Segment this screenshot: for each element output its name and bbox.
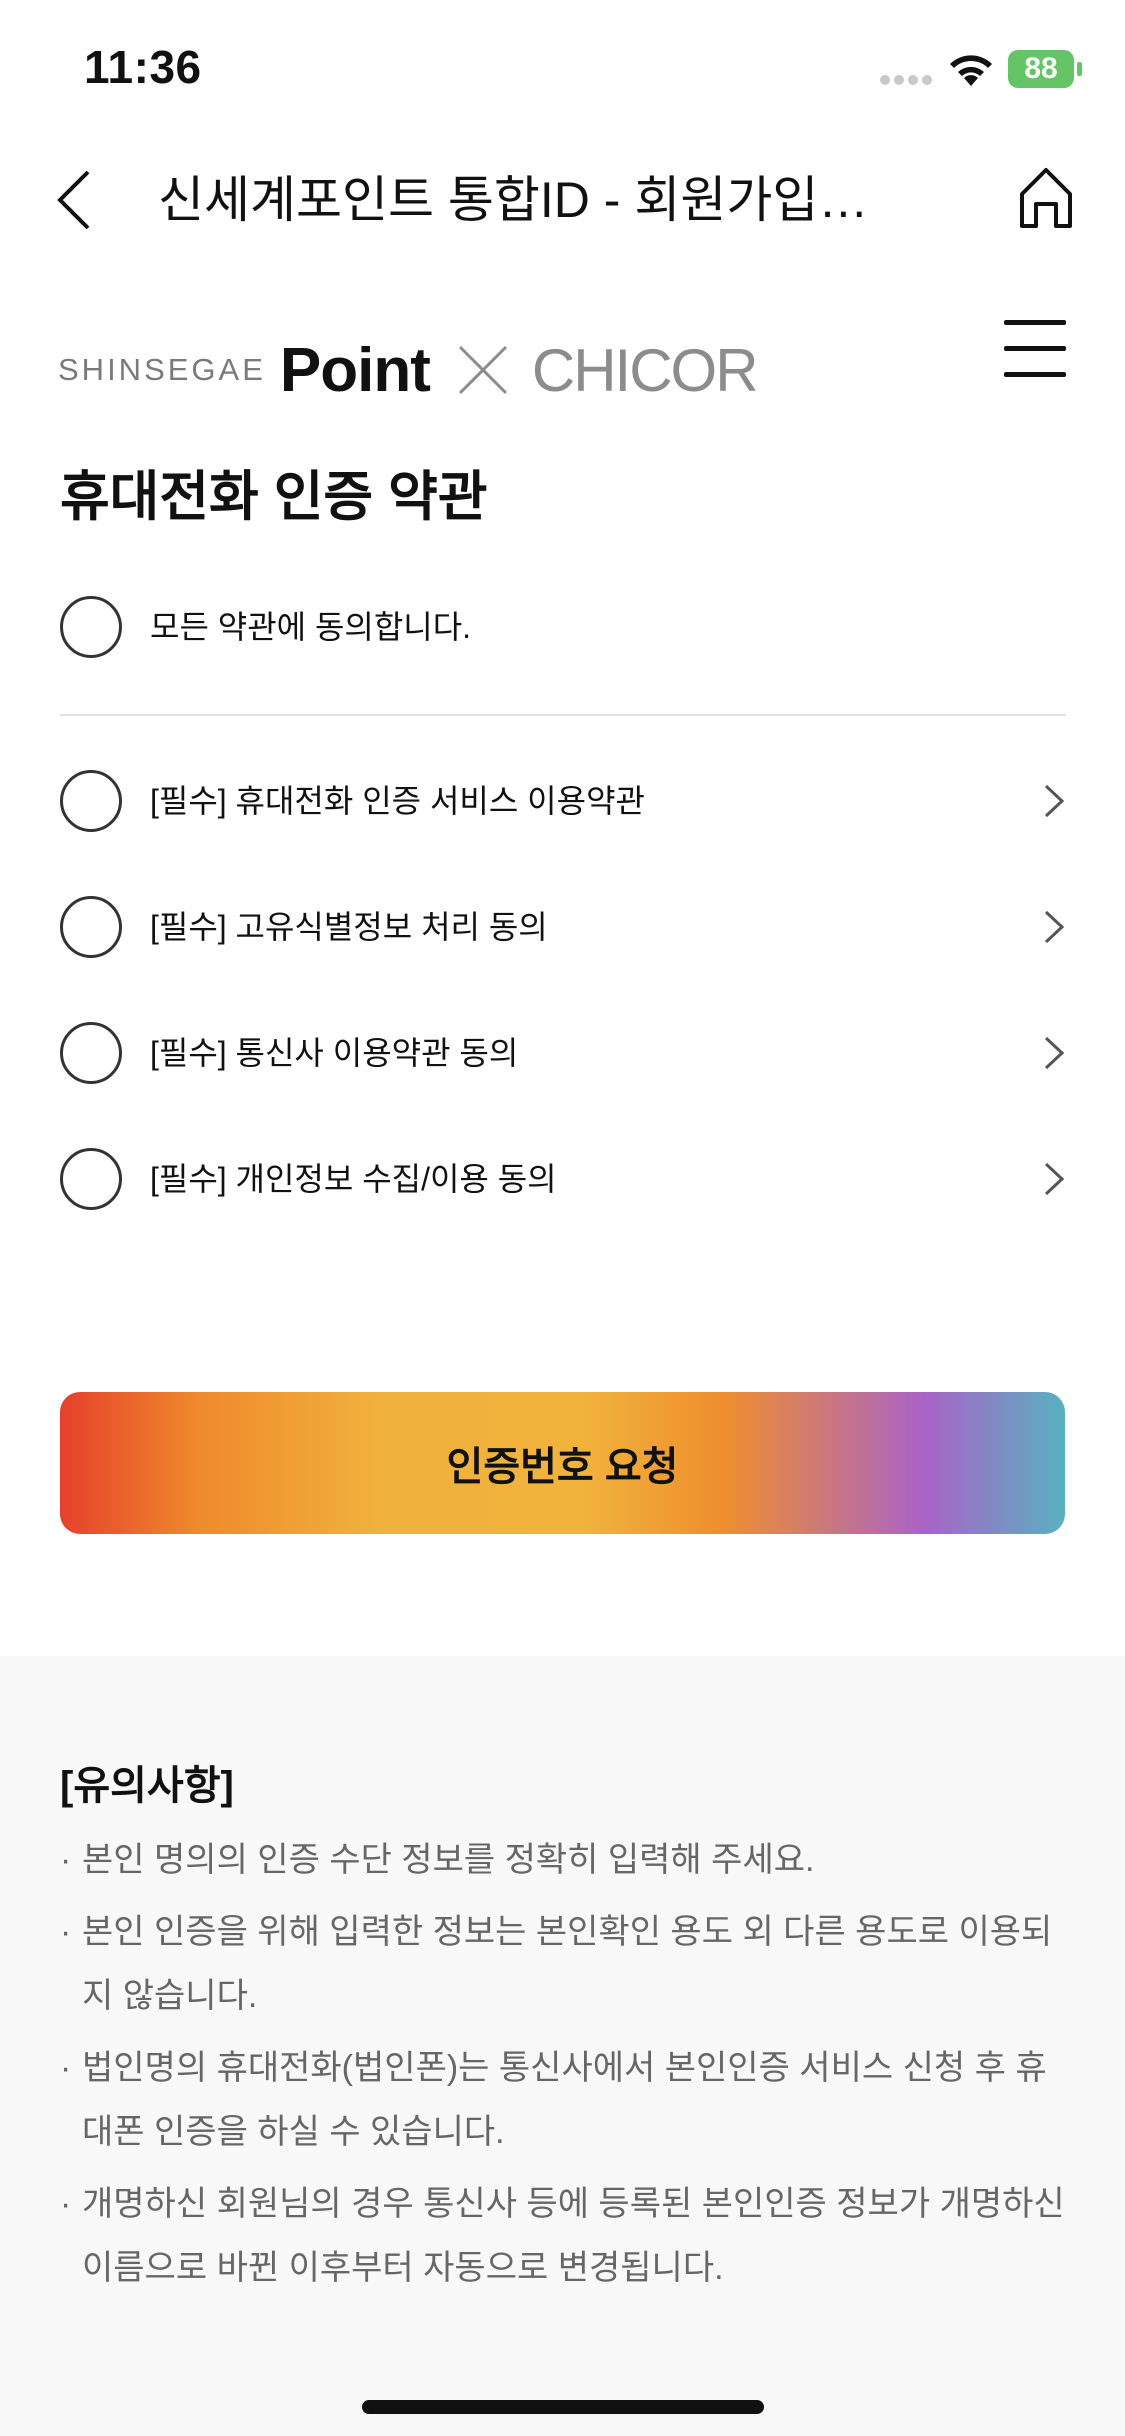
point-wordmark: Point — [279, 335, 431, 405]
term-checkbox[interactable] — [60, 896, 122, 958]
term-label: [필수] 휴대전화 인증 서비스 이용약관 — [150, 783, 645, 819]
hamburger-menu-icon[interactable] — [1004, 318, 1066, 378]
term-row-privacy[interactable]: [필수] 개인정보 수집/이용 동의 — [60, 1144, 1066, 1214]
home-icon[interactable] — [1016, 164, 1076, 230]
agree-all-label: 모든 약관에 동의합니다. — [150, 609, 472, 645]
term-row-carrier[interactable]: [필수] 통신사 이용약관 동의 — [60, 1018, 1066, 1088]
chevron-right-icon[interactable] — [1042, 1161, 1066, 1197]
term-row-phone-auth[interactable]: [필수] 휴대전화 인증 서비스 이용약관 — [60, 766, 1066, 836]
brand-logo: SHINSEGAE Point CHICOR — [58, 330, 759, 410]
section-title: 휴대전화 인증 약관 — [60, 467, 488, 527]
shinsegae-wordmark: SHINSEGAE — [58, 352, 266, 387]
term-checkbox[interactable] — [60, 1022, 122, 1084]
chevron-right-icon[interactable] — [1042, 783, 1066, 819]
term-checkbox[interactable] — [60, 770, 122, 832]
cellular-signal-icon — [880, 72, 936, 90]
chicor-wordmark: CHICOR — [531, 336, 759, 404]
term-row-unique-id[interactable]: [필수] 고유식별정보 처리 동의 — [60, 892, 1066, 962]
notice-item: 본인 명의의 인증 수단 정보를 정확히 입력해 주세요. — [60, 1828, 1070, 1892]
back-arrow-icon[interactable] — [52, 168, 102, 232]
divider — [60, 714, 1066, 716]
chevron-right-icon[interactable] — [1042, 1035, 1066, 1071]
notice-item: 법인명의 휴대전화(법인폰)는 통신사에서 본인인증 서비스 신청 후 휴대폰 … — [60, 2036, 1070, 2164]
term-label: [필수] 통신사 이용약관 동의 — [150, 1035, 519, 1071]
notice-item: 본인 인증을 위해 입력한 정보는 본인확인 용도 외 다른 용도로 이용되지 … — [60, 1900, 1070, 2028]
status-time: 11:36 — [84, 41, 202, 93]
notice-list: 본인 명의의 인증 수단 정보를 정확히 입력해 주세요. 본인 인증을 위해 … — [60, 1828, 1070, 2308]
notice-title: [유의사항] — [60, 1764, 234, 1808]
top-navigation: 신세계포인트 통합ID - 회원가입… — [0, 150, 1125, 250]
page-title: 신세계포인트 통합ID - 회원가입… — [158, 172, 869, 228]
chevron-right-icon[interactable] — [1042, 909, 1066, 945]
agree-all-checkbox[interactable] — [60, 596, 122, 658]
notice-section: [유의사항] 본인 명의의 인증 수단 정보를 정확히 입력해 주세요. 본인 … — [0, 1656, 1125, 2436]
term-label: [필수] 개인정보 수집/이용 동의 — [150, 1161, 557, 1197]
cross-icon — [458, 345, 507, 395]
agree-all-row[interactable]: 모든 약관에 동의합니다. — [60, 592, 1066, 662]
battery-icon: 88 — [1008, 50, 1082, 88]
notice-item: 개명하신 회원님의 경우 통신사 등에 등록된 본인인증 정보가 개명하신 이름… — [60, 2172, 1070, 2300]
term-checkbox[interactable] — [60, 1148, 122, 1210]
wifi-icon — [950, 55, 992, 86]
term-label: [필수] 고유식별정보 처리 동의 — [150, 909, 548, 945]
home-indicator[interactable] — [362, 2400, 764, 2414]
status-bar: 11:36 88 — [0, 0, 1125, 140]
request-code-button[interactable]: 인증번호 요청 — [60, 1392, 1065, 1534]
